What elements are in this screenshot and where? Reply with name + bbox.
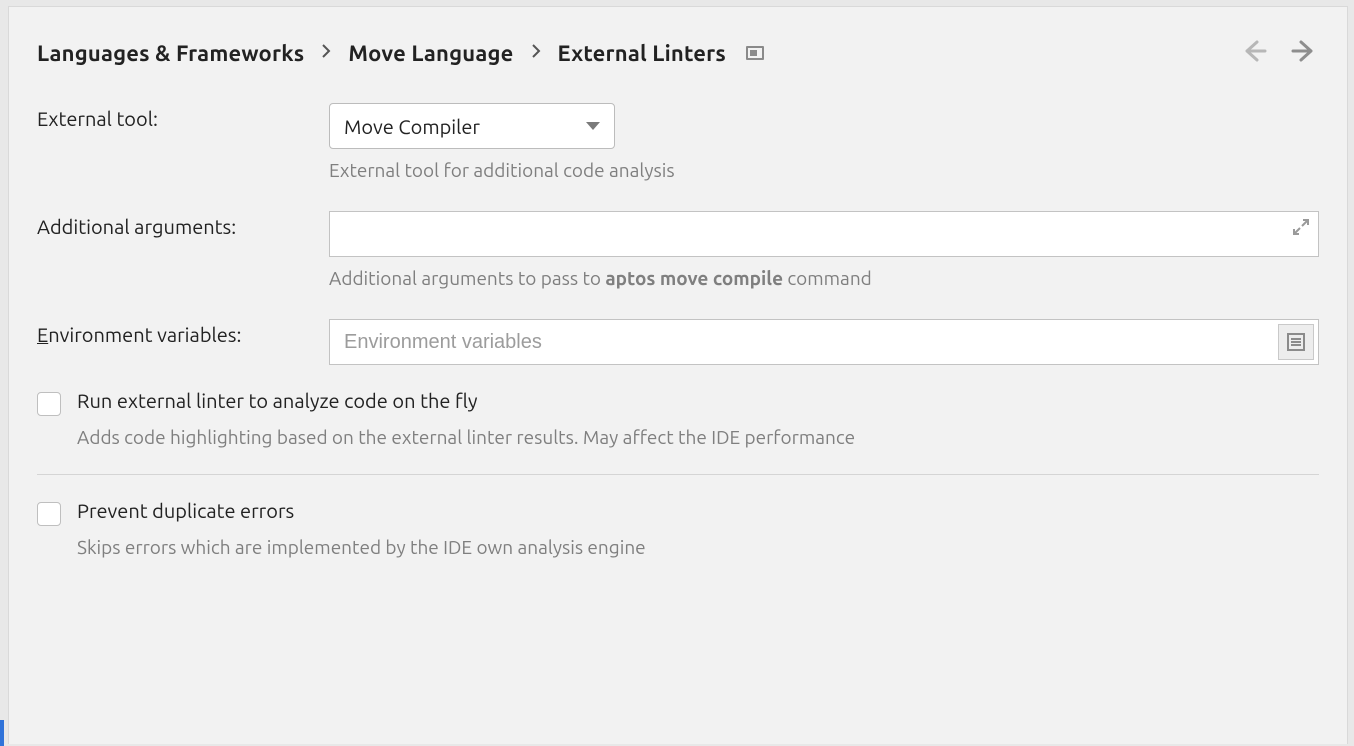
chevron-right-icon: [320, 43, 332, 63]
additional-arguments-input-wrap: [329, 211, 1319, 257]
external-tool-label: External tool:: [37, 103, 329, 130]
prevent-duplicate-label[interactable]: Prevent duplicate errors: [77, 499, 294, 522]
additional-arguments-input[interactable]: [330, 212, 1318, 256]
settings-panel: Languages & Frameworks Move Language Ext…: [8, 6, 1348, 744]
breadcrumb-root[interactable]: Languages & Frameworks: [37, 41, 304, 66]
chevron-right-icon: [530, 43, 542, 63]
breadcrumb-leaf: External Linters: [558, 41, 727, 66]
run-on-fly-label[interactable]: Run external linter to analyze code on t…: [77, 389, 477, 412]
expand-icon[interactable]: [1292, 218, 1310, 236]
external-tool-value: Move Compiler: [344, 115, 480, 138]
nav-back-button: [1239, 37, 1267, 69]
external-tool-hint: External tool for additional code analys…: [329, 159, 1319, 181]
run-on-fly-hint: Adds code highlighting based on the exte…: [77, 426, 1319, 448]
separator: [37, 474, 1319, 475]
breadcrumb-mid[interactable]: Move Language: [348, 41, 513, 66]
additional-arguments-hint: Additional arguments to pass to aptos mo…: [329, 267, 1319, 289]
breadcrumb: Languages & Frameworks Move Language Ext…: [37, 37, 1319, 69]
additional-arguments-label: Additional arguments:: [37, 211, 329, 238]
external-tool-select[interactable]: Move Compiler: [329, 103, 615, 149]
list-icon[interactable]: [1278, 324, 1314, 360]
environment-variables-label: Environment variables:: [37, 319, 329, 346]
nav-forward-button[interactable]: [1291, 37, 1319, 69]
environment-variables-input[interactable]: [330, 320, 1318, 364]
show-in-window-icon[interactable]: [746, 46, 764, 60]
nav-arrows: [1239, 37, 1319, 69]
selection-accent: [0, 720, 4, 746]
prevent-duplicate-checkbox[interactable]: [37, 502, 61, 526]
environment-variables-input-wrap: [329, 319, 1319, 365]
prevent-duplicate-hint: Skips errors which are implemented by th…: [77, 536, 1319, 558]
run-on-fly-checkbox[interactable]: [37, 392, 61, 416]
chevron-down-icon: [586, 122, 600, 130]
